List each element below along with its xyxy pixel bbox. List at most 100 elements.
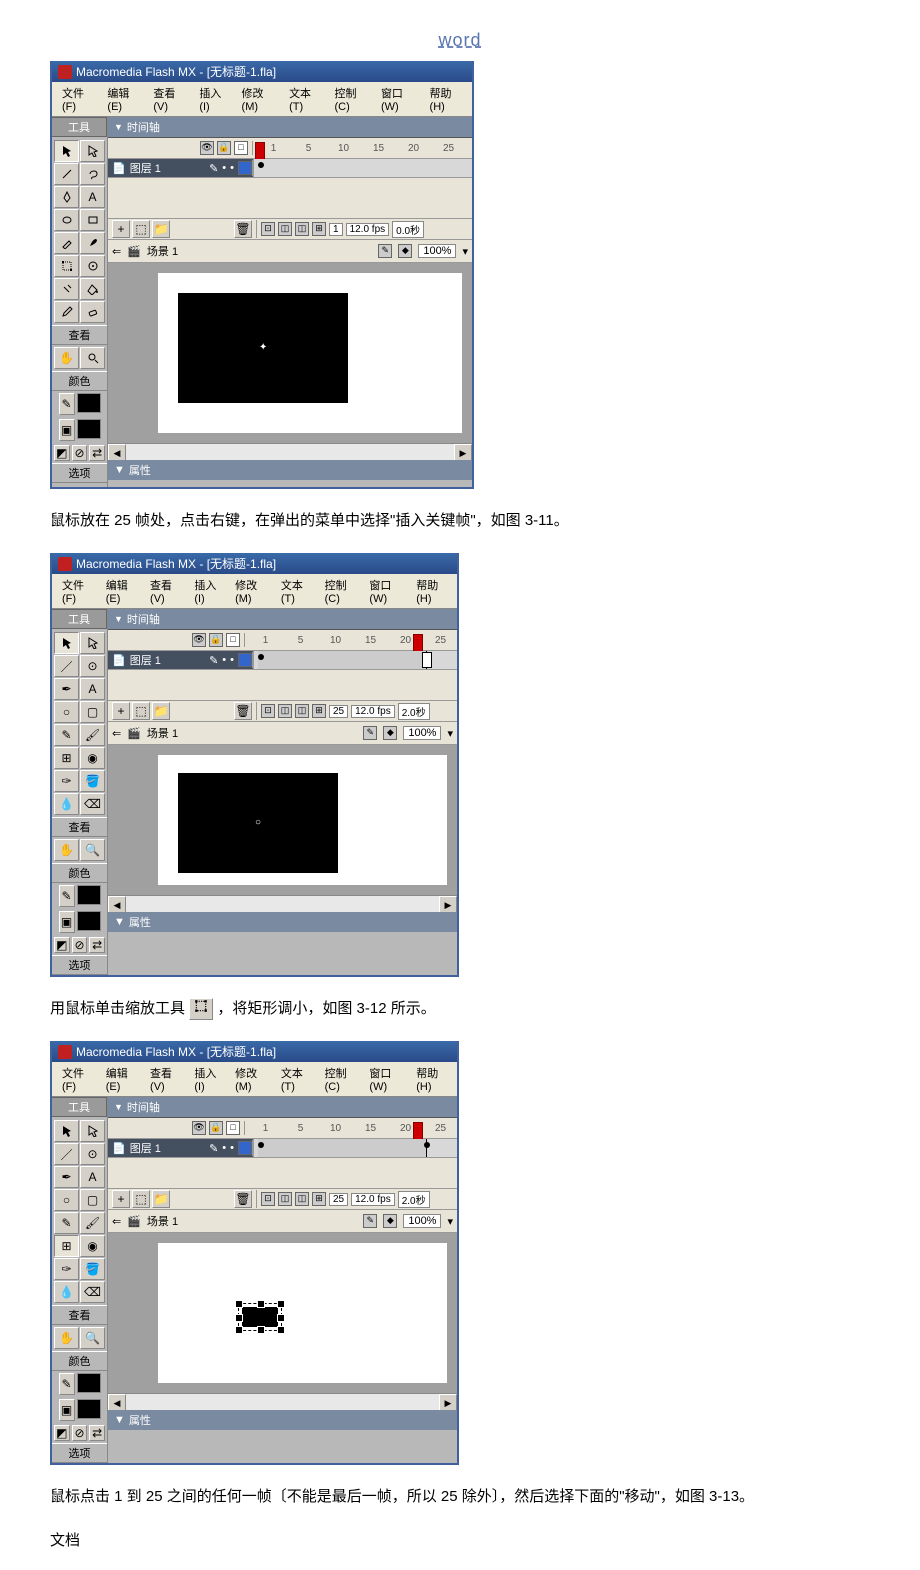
frame-span[interactable]: [258, 651, 427, 669]
pen-tool[interactable]: [54, 186, 79, 208]
selected-rectangle[interactable]: [238, 1303, 282, 1331]
menu-window[interactable]: 窗口(W): [375, 84, 422, 114]
menu-help[interactable]: 帮助(H): [410, 1064, 453, 1094]
menu-view[interactable]: 查看(V): [144, 1064, 186, 1094]
stroke-color[interactable]: [77, 885, 101, 905]
fill-color[interactable]: [77, 419, 101, 439]
color-swap[interactable]: ⇄: [89, 937, 105, 953]
onion-outline-icon[interactable]: ◫: [295, 222, 309, 236]
fill-transform-tool[interactable]: ◉: [80, 747, 105, 769]
menu-window[interactable]: 窗口(W): [363, 1064, 408, 1094]
lasso-tool[interactable]: [80, 163, 105, 185]
pencil-tool[interactable]: ✎: [54, 724, 79, 746]
eyedropper-tool[interactable]: [54, 301, 79, 323]
onion-icon[interactable]: ◫: [278, 222, 292, 236]
menu-text[interactable]: 文本(T): [275, 1064, 317, 1094]
fill-transform-tool[interactable]: [80, 255, 105, 277]
menu-modify[interactable]: 修改(M): [236, 84, 282, 114]
color-none[interactable]: ⊘: [72, 445, 88, 461]
keyframe-25[interactable]: [422, 652, 432, 668]
subselect-tool[interactable]: [80, 1120, 105, 1142]
menu-control[interactable]: 控制(C): [319, 1064, 362, 1094]
line-tool[interactable]: ／: [54, 1143, 79, 1165]
back-icon[interactable]: ⇐: [112, 727, 121, 740]
line-tool[interactable]: [54, 163, 79, 185]
color-default[interactable]: ◩: [54, 445, 70, 461]
layer-row[interactable]: 📄图层 1✎••: [108, 159, 472, 178]
menu-edit[interactable]: 编辑(E): [100, 576, 142, 606]
keyframe-1[interactable]: [258, 654, 264, 660]
arrow-tool[interactable]: [54, 1120, 79, 1142]
color-swap[interactable]: ⇄: [89, 445, 105, 461]
keyframe-1[interactable]: [258, 162, 264, 168]
eyedropper-tool[interactable]: 💧: [54, 1281, 79, 1303]
paint-bucket-tool[interactable]: 🪣: [80, 770, 105, 792]
h-scrollbar[interactable]: ◀ ▶: [108, 443, 472, 460]
edit-multi-icon[interactable]: ⊞: [312, 222, 326, 236]
zoom-tool[interactable]: 🔍: [80, 839, 105, 861]
menu-help[interactable]: 帮助(H): [410, 576, 453, 606]
menu-file[interactable]: 文件(F): [56, 84, 99, 114]
add-layer-button[interactable]: +: [112, 702, 130, 720]
pencil-tool[interactable]: [54, 232, 79, 254]
menu-window[interactable]: 窗口(W): [363, 576, 408, 606]
lasso-tool[interactable]: ⊙: [80, 1143, 105, 1165]
lock-icon[interactable]: 🔒: [217, 141, 231, 155]
rect-tool[interactable]: [80, 209, 105, 231]
timeline-header[interactable]: ▼时间轴: [108, 609, 457, 630]
keyframe-25[interactable]: [424, 1142, 430, 1148]
outline-icon[interactable]: □: [226, 633, 240, 647]
add-guide-button[interactable]: ⬚: [132, 702, 150, 720]
eraser-tool[interactable]: [80, 301, 105, 323]
menu-view[interactable]: 查看(V): [147, 84, 191, 114]
scroll-track[interactable]: [126, 444, 454, 460]
fill-transform-tool[interactable]: ◉: [80, 1235, 105, 1257]
color-none[interactable]: ⊘: [72, 937, 88, 953]
oval-tool[interactable]: [54, 209, 79, 231]
lock-icon[interactable]: 🔒: [209, 633, 223, 647]
color-default[interactable]: ◩: [54, 937, 70, 953]
menu-edit[interactable]: 编辑(E): [101, 84, 145, 114]
outline-icon[interactable]: □: [234, 141, 248, 155]
hand-tool[interactable]: ✋: [54, 839, 79, 861]
text-tool[interactable]: A: [80, 678, 105, 700]
center-frame-icon[interactable]: ⊡: [261, 222, 275, 236]
menu-modify[interactable]: 修改(M): [229, 1064, 273, 1094]
fill-color[interactable]: [77, 911, 101, 931]
edit-scene-icon[interactable]: ✎: [378, 244, 392, 258]
paint-bucket-tool[interactable]: 🪣: [80, 1258, 105, 1280]
transform-tool[interactable]: [54, 255, 79, 277]
arrow-tool[interactable]: [54, 632, 79, 654]
ink-tool[interactable]: ✑: [54, 1258, 79, 1280]
menu-view[interactable]: 查看(V): [144, 576, 186, 606]
menu-file[interactable]: 文件(F): [56, 1064, 98, 1094]
menu-edit[interactable]: 编辑(E): [100, 1064, 142, 1094]
stage[interactable]: ✦: [158, 273, 462, 433]
eye-icon[interactable]: 👁: [192, 633, 206, 647]
zoom-field[interactable]: 100%: [418, 244, 456, 258]
text-tool[interactable]: A: [80, 1166, 105, 1188]
black-rectangle[interactable]: ○: [178, 773, 338, 873]
eyedropper-tool[interactable]: 💧: [54, 793, 79, 815]
add-layer-button[interactable]: +: [112, 220, 130, 238]
oval-tool[interactable]: ○: [54, 701, 79, 723]
stroke-color[interactable]: [77, 393, 101, 413]
eraser-tool[interactable]: ⌫: [80, 1281, 105, 1303]
brush-tool[interactable]: [80, 232, 105, 254]
menu-control[interactable]: 控制(C): [319, 576, 362, 606]
rect-tool[interactable]: ▢: [80, 1189, 105, 1211]
menu-file[interactable]: 文件(F): [56, 576, 98, 606]
transform-tool[interactable]: ⊞: [54, 1235, 79, 1257]
back-icon[interactable]: ⇐: [112, 245, 121, 258]
menu-control[interactable]: 控制(C): [328, 84, 372, 114]
frame-ruler[interactable]: 1 5 10 15 20 25: [253, 143, 472, 154]
fill-color-icon[interactable]: ▣: [59, 419, 75, 441]
arrow-tool[interactable]: [54, 140, 79, 162]
lasso-tool[interactable]: ⊙: [80, 655, 105, 677]
menu-text[interactable]: 文本(T): [283, 84, 326, 114]
menu-help[interactable]: 帮助(H): [424, 84, 468, 114]
eraser-tool[interactable]: ⌫: [80, 793, 105, 815]
paint-bucket-tool[interactable]: [80, 278, 105, 300]
fill-color[interactable]: [77, 1399, 101, 1419]
transform-tool[interactable]: ⊞: [54, 747, 79, 769]
